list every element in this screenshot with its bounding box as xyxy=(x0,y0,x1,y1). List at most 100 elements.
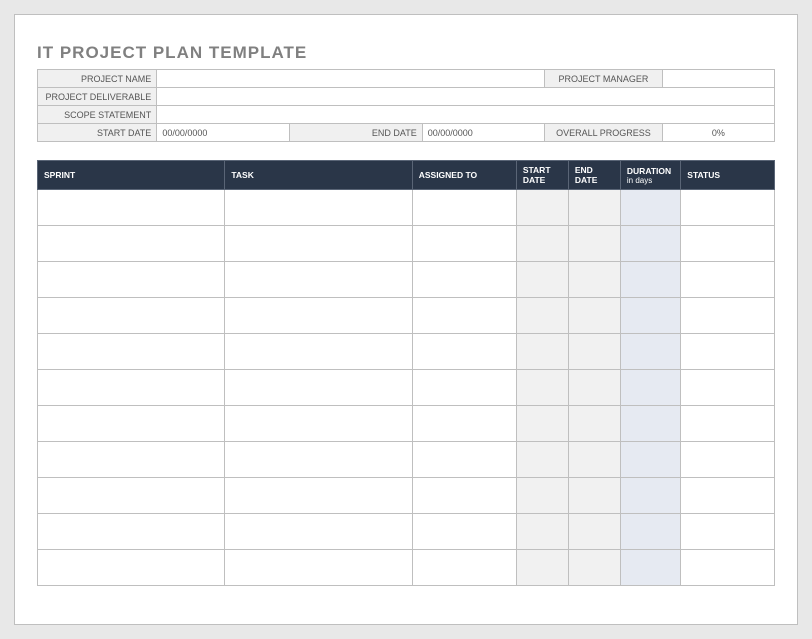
cell-assigned-to[interactable] xyxy=(412,334,516,370)
cell-task[interactable] xyxy=(225,190,412,226)
cell-status[interactable] xyxy=(681,298,775,334)
col-header-status: STATUS xyxy=(681,161,775,190)
sprint-header-row: SPRINT TASK ASSIGNED TO START DATE END D… xyxy=(38,161,775,190)
cell-duration[interactable] xyxy=(620,478,680,514)
project-name-value[interactable] xyxy=(157,70,545,88)
cell-sprint[interactable] xyxy=(38,514,225,550)
cell-start-date[interactable] xyxy=(516,550,568,586)
cell-duration[interactable] xyxy=(620,262,680,298)
cell-task[interactable] xyxy=(225,262,412,298)
cell-assigned-to[interactable] xyxy=(412,406,516,442)
cell-duration[interactable] xyxy=(620,442,680,478)
cell-task[interactable] xyxy=(225,550,412,586)
cell-sprint[interactable] xyxy=(38,190,225,226)
cell-duration[interactable] xyxy=(620,514,680,550)
table-row xyxy=(38,406,775,442)
start-date-value[interactable]: 00/00/0000 xyxy=(157,124,290,142)
cell-status[interactable] xyxy=(681,442,775,478)
cell-duration[interactable] xyxy=(620,298,680,334)
table-row xyxy=(38,262,775,298)
cell-assigned-to[interactable] xyxy=(412,298,516,334)
cell-status[interactable] xyxy=(681,550,775,586)
project-deliverable-value[interactable] xyxy=(157,88,775,106)
cell-sprint[interactable] xyxy=(38,370,225,406)
cell-sprint[interactable] xyxy=(38,226,225,262)
cell-assigned-to[interactable] xyxy=(412,226,516,262)
cell-duration[interactable] xyxy=(620,190,680,226)
cell-start-date[interactable] xyxy=(516,226,568,262)
project-name-label: PROJECT NAME xyxy=(38,70,157,88)
cell-status[interactable] xyxy=(681,334,775,370)
cell-status[interactable] xyxy=(681,406,775,442)
cell-sprint[interactable] xyxy=(38,298,225,334)
cell-status[interactable] xyxy=(681,226,775,262)
cell-assigned-to[interactable] xyxy=(412,262,516,298)
cell-end-date[interactable] xyxy=(568,190,620,226)
end-date-value[interactable]: 00/00/0000 xyxy=(422,124,545,142)
cell-status[interactable] xyxy=(681,262,775,298)
col-header-assigned-to: ASSIGNED TO xyxy=(412,161,516,190)
cell-end-date[interactable] xyxy=(568,514,620,550)
cell-sprint[interactable] xyxy=(38,442,225,478)
cell-start-date[interactable] xyxy=(516,514,568,550)
cell-assigned-to[interactable] xyxy=(412,442,516,478)
cell-task[interactable] xyxy=(225,406,412,442)
cell-assigned-to[interactable] xyxy=(412,514,516,550)
cell-status[interactable] xyxy=(681,190,775,226)
cell-end-date[interactable] xyxy=(568,334,620,370)
project-manager-value[interactable] xyxy=(662,70,774,88)
meta-table: PROJECT NAME PROJECT MANAGER PROJECT DEL… xyxy=(37,69,775,142)
scope-statement-value[interactable] xyxy=(157,106,775,124)
end-date-label: END DATE xyxy=(290,124,423,142)
cell-end-date[interactable] xyxy=(568,550,620,586)
cell-end-date[interactable] xyxy=(568,262,620,298)
cell-task[interactable] xyxy=(225,226,412,262)
overall-progress-value: 0% xyxy=(662,124,774,142)
cell-sprint[interactable] xyxy=(38,262,225,298)
cell-task[interactable] xyxy=(225,478,412,514)
cell-start-date[interactable] xyxy=(516,442,568,478)
table-row xyxy=(38,298,775,334)
cell-assigned-to[interactable] xyxy=(412,370,516,406)
cell-end-date[interactable] xyxy=(568,370,620,406)
cell-duration[interactable] xyxy=(620,334,680,370)
cell-duration[interactable] xyxy=(620,406,680,442)
col-header-duration: DURATION in days xyxy=(620,161,680,190)
table-row xyxy=(38,550,775,586)
table-row xyxy=(38,442,775,478)
cell-sprint[interactable] xyxy=(38,550,225,586)
cell-duration[interactable] xyxy=(620,226,680,262)
cell-sprint[interactable] xyxy=(38,406,225,442)
cell-start-date[interactable] xyxy=(516,298,568,334)
cell-status[interactable] xyxy=(681,478,775,514)
cell-duration[interactable] xyxy=(620,370,680,406)
cell-assigned-to[interactable] xyxy=(412,190,516,226)
cell-assigned-to[interactable] xyxy=(412,550,516,586)
cell-end-date[interactable] xyxy=(568,478,620,514)
cell-status[interactable] xyxy=(681,514,775,550)
cell-start-date[interactable] xyxy=(516,262,568,298)
cell-start-date[interactable] xyxy=(516,370,568,406)
cell-sprint[interactable] xyxy=(38,334,225,370)
cell-task[interactable] xyxy=(225,334,412,370)
meta-row-project-name: PROJECT NAME PROJECT MANAGER xyxy=(38,70,775,88)
cell-duration[interactable] xyxy=(620,550,680,586)
page-title: IT PROJECT PLAN TEMPLATE xyxy=(37,43,775,63)
cell-task[interactable] xyxy=(225,442,412,478)
cell-end-date[interactable] xyxy=(568,406,620,442)
cell-task[interactable] xyxy=(225,514,412,550)
cell-start-date[interactable] xyxy=(516,190,568,226)
cell-status[interactable] xyxy=(681,370,775,406)
cell-end-date[interactable] xyxy=(568,226,620,262)
cell-sprint[interactable] xyxy=(38,478,225,514)
overall-progress-label: OVERALL PROGRESS xyxy=(545,124,662,142)
cell-start-date[interactable] xyxy=(516,334,568,370)
cell-assigned-to[interactable] xyxy=(412,478,516,514)
cell-end-date[interactable] xyxy=(568,298,620,334)
cell-end-date[interactable] xyxy=(568,442,620,478)
cell-start-date[interactable] xyxy=(516,478,568,514)
cell-task[interactable] xyxy=(225,370,412,406)
cell-task[interactable] xyxy=(225,298,412,334)
table-row xyxy=(38,226,775,262)
cell-start-date[interactable] xyxy=(516,406,568,442)
